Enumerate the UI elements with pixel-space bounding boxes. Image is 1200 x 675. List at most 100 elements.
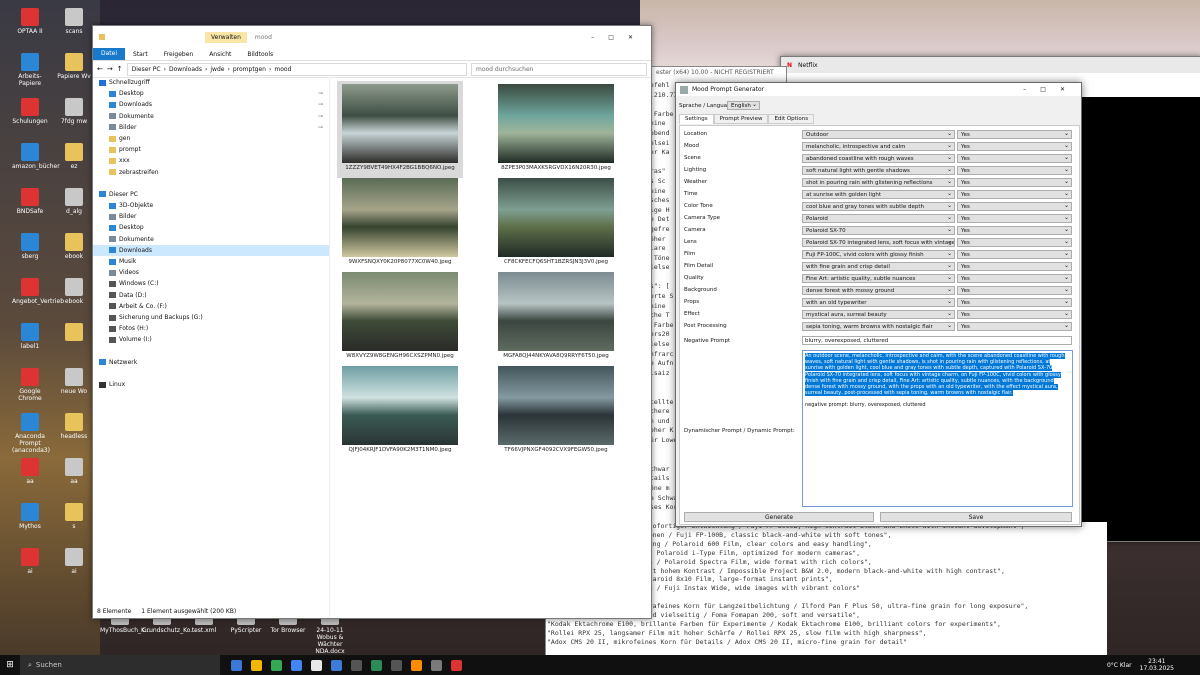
setting-toggle[interactable]: Yes bbox=[957, 214, 1072, 223]
nav-item[interactable]: Data (D:) bbox=[93, 290, 329, 301]
setting-toggle[interactable]: Yes bbox=[957, 178, 1072, 187]
file-thumbnail[interactable]: QJFJ04KRJF1DVFA90K2M3T1NM0.jpeg bbox=[337, 363, 463, 460]
taskbar-app-icon[interactable] bbox=[366, 655, 386, 675]
nav-item[interactable]: Fotos (H:) bbox=[93, 323, 329, 334]
desktop-icon[interactable]: amazon_bücher bbox=[12, 143, 60, 170]
setting-select[interactable]: with an old typewriter bbox=[802, 298, 955, 307]
desktop-icon[interactable]: d_alg bbox=[56, 188, 92, 215]
ribbon-tab[interactable]: Ansicht bbox=[201, 51, 239, 58]
desktop-icon[interactable]: Mythos bbox=[12, 503, 48, 530]
setting-select[interactable]: Polaroid SX-70 integrated lens, soft foc… bbox=[802, 238, 955, 247]
desktop-icon[interactable]: ai bbox=[56, 548, 92, 575]
nav-item[interactable]: Bilder ⊸ bbox=[93, 122, 329, 133]
setting-select[interactable]: Fine Art: artistic quality, subtle nuanc… bbox=[802, 274, 955, 283]
address-bar[interactable]: Dieser PC › Downloads › jwde › promptgen › mood bbox=[126, 62, 467, 76]
nav-item[interactable]: Downloads ⊸ bbox=[93, 99, 329, 110]
desktop-icon[interactable]: label1 bbox=[12, 323, 48, 350]
setting-toggle[interactable]: Yes bbox=[957, 322, 1072, 331]
nav-item[interactable]: 3D-Objekte bbox=[93, 200, 329, 211]
desktop-icon[interactable]: aa bbox=[56, 458, 92, 485]
nav-item[interactable]: Linux bbox=[93, 379, 329, 390]
setting-toggle[interactable]: Yes bbox=[957, 142, 1072, 151]
desktop-icon[interactable]: Arbeits-Papiere bbox=[12, 53, 48, 87]
clock[interactable]: 23:41 17.03.2025 bbox=[1140, 658, 1174, 672]
dynamic-prompt-textarea[interactable]: An outdoor scene, melancholic, introspec… bbox=[802, 350, 1073, 507]
desktop-icon[interactable]: aa bbox=[12, 458, 48, 485]
nav-item[interactable]: xxx bbox=[93, 155, 329, 166]
ribbon-tab[interactable]: Bildtools bbox=[239, 51, 281, 58]
desktop-icon[interactable]: s bbox=[56, 503, 92, 530]
mood-tab[interactable]: Prompt Preview bbox=[713, 114, 769, 124]
setting-toggle[interactable]: Yes bbox=[957, 154, 1072, 163]
file-thumbnail[interactable]: CF8CKFECFQ6SHT1BZRSJN3J3V0.jpeg bbox=[493, 175, 619, 272]
desktop-icon[interactable]: 7fdg mw bbox=[56, 98, 92, 125]
desktop-icon[interactable]: neue Wo bbox=[56, 368, 92, 395]
nav-item[interactable]: Dokumente bbox=[93, 234, 329, 245]
taskbar-search[interactable]: ⌕ Suchen bbox=[20, 655, 220, 675]
desktop-icon[interactable] bbox=[56, 323, 92, 343]
setting-select[interactable]: dense forest with mossy ground bbox=[802, 286, 955, 295]
setting-select[interactable]: cool blue and gray tones with subtle dep… bbox=[802, 202, 955, 211]
setting-toggle[interactable]: Yes bbox=[957, 262, 1072, 271]
window-controls[interactable]: –□✕ bbox=[591, 34, 651, 41]
taskbar-app-icon[interactable] bbox=[226, 655, 246, 675]
nav-item[interactable]: Sicherung und Backups (G:) bbox=[93, 312, 329, 323]
desktop-icon[interactable]: Anaconda Prompt (anaconda3) bbox=[12, 413, 50, 454]
setting-select[interactable]: abandoned coastline with rough waves bbox=[802, 154, 955, 163]
setting-select[interactable]: shot in pouring rain with glistening ref… bbox=[802, 178, 955, 187]
nav-item[interactable]: gen bbox=[93, 133, 329, 144]
setting-select[interactable]: melancholic, introspective and calm bbox=[802, 142, 955, 151]
desktop-icon[interactable]: ebook bbox=[56, 233, 92, 260]
forward-icon[interactable]: → bbox=[107, 65, 113, 73]
setting-toggle[interactable]: Yes bbox=[957, 226, 1072, 235]
mood-tab[interactable]: Edit Options bbox=[768, 114, 815, 124]
desktop-icon[interactable]: sberg bbox=[12, 233, 48, 260]
ribbon-tab[interactable]: Freigeben bbox=[156, 51, 202, 58]
file-thumbnail[interactable]: W8XVYZ9W8GENGH96CXSZPMN0.jpeg bbox=[337, 269, 463, 366]
negative-prompt-input[interactable]: blurry, overexposed, cluttered bbox=[802, 336, 1072, 345]
path-segment[interactable]: promptgen bbox=[233, 66, 266, 73]
nav-item[interactable]: zebrastreifen bbox=[93, 167, 329, 178]
setting-select[interactable]: sepia toning, warm browns with nostalgic… bbox=[802, 322, 955, 331]
path-segment[interactable]: mood bbox=[274, 66, 291, 73]
file-thumbnail[interactable]: MGFA8QJ44NKYAVA8Q9RRYF6T50.jpeg bbox=[493, 269, 619, 366]
weather-widget[interactable]: 0°C Klar bbox=[1107, 662, 1132, 669]
file-thumbnail[interactable]: 8ZPE3P03MAXK5RGVDX16N20R30.jpeg bbox=[493, 81, 619, 178]
taskbar-app-icon[interactable] bbox=[346, 655, 366, 675]
setting-toggle[interactable]: Yes bbox=[957, 130, 1072, 139]
mood-window-controls[interactable]: –□✕ bbox=[1023, 86, 1081, 93]
setting-toggle[interactable]: Yes bbox=[957, 298, 1072, 307]
file-thumbnail[interactable]: 9WXFSNQXY0K20P8077XC0W40.jpeg bbox=[337, 175, 463, 272]
desktop-icon[interactable]: headless bbox=[56, 413, 92, 440]
nav-item[interactable]: Videos bbox=[93, 267, 329, 278]
setting-select[interactable]: with fine grain and crisp detail bbox=[802, 262, 955, 271]
mood-tab[interactable]: Settings bbox=[679, 114, 714, 124]
setting-select[interactable]: soft natural light with gentle shadows bbox=[802, 166, 955, 175]
save-button[interactable]: Save bbox=[880, 512, 1072, 522]
ribbon-tab[interactable]: Datei bbox=[93, 48, 126, 60]
start-button[interactable]: ⊞ bbox=[0, 660, 20, 670]
desktop-icon[interactable]: scans bbox=[56, 8, 92, 35]
desktop-icon[interactable]: ai bbox=[12, 548, 48, 575]
setting-toggle[interactable]: Yes bbox=[957, 238, 1072, 247]
language-select[interactable]: English bbox=[727, 101, 760, 110]
netflix-tab[interactable]: N Netflix bbox=[781, 57, 1200, 73]
desktop-icon[interactable]: ebook bbox=[56, 278, 92, 305]
setting-select[interactable]: Fuji FP-100C, vivid colors with glossy f… bbox=[802, 250, 955, 259]
file-thumbnail[interactable]: 1ZZZY9BVET49HX4F2BG1BBQ6NO.jpeg bbox=[337, 81, 463, 178]
nav-item[interactable]: Downloads bbox=[93, 244, 329, 256]
setting-toggle[interactable]: Yes bbox=[957, 274, 1072, 283]
manage-tab[interactable]: Verwalten bbox=[205, 31, 247, 43]
nav-item[interactable]: Arbeit & Co. (F:) bbox=[93, 301, 329, 312]
file-thumbnail[interactable]: TF66VJPNXGF4092CVX9FEGW50.jpeg bbox=[493, 363, 619, 460]
taskbar-app-icon[interactable] bbox=[406, 655, 426, 675]
nav-item[interactable]: Musik bbox=[93, 256, 329, 267]
path-segment[interactable]: Dieser PC bbox=[132, 66, 161, 73]
setting-toggle[interactable]: Yes bbox=[957, 286, 1072, 295]
taskbar-app-icon[interactable] bbox=[286, 655, 306, 675]
setting-toggle[interactable]: Yes bbox=[957, 166, 1072, 175]
nav-item[interactable]: Volume (I:) bbox=[93, 334, 329, 345]
taskbar-app-icon[interactable] bbox=[386, 655, 406, 675]
taskbar-app-icon[interactable] bbox=[246, 655, 266, 675]
back-icon[interactable]: ← bbox=[97, 65, 103, 73]
